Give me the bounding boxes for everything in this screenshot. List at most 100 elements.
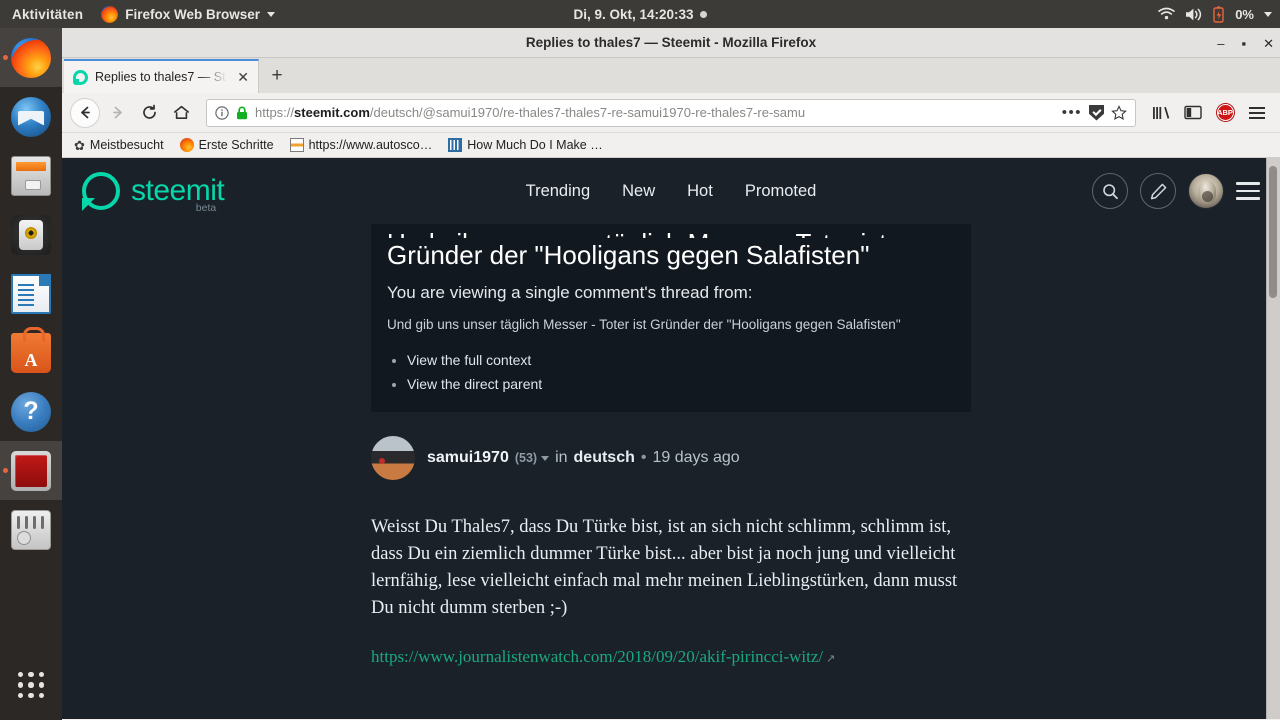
system-tray[interactable]: 0% [1158,5,1272,23]
library-button[interactable] [1146,98,1176,128]
url-bar[interactable]: https://steemit.com/deutsch/@samui1970/r… [206,98,1136,127]
firefox-window: Replies to thales7 — Steemit - Mozilla F… [62,28,1280,720]
nav-item-trending[interactable]: Trending [526,182,591,201]
firefox-icon [179,138,194,152]
unity-dock [0,28,62,720]
tab-strip: Replies to thales7 — Ste ✕ + [62,58,1280,93]
external-link-icon: ↗ [826,653,836,665]
scrollbar-track-edge [1266,158,1267,719]
dock-item-terminal[interactable] [0,441,62,500]
dock-item-firefox[interactable] [0,28,62,87]
writer-icon [11,273,51,314]
site-header: steemit beta Trending New Hot Promoted [62,158,1280,224]
external-link[interactable]: https://www.journalistenwatch.com/2018/0… [371,647,823,666]
dock-item-libreoffice-writer[interactable] [0,264,62,323]
dock-item-ubuntu-software[interactable] [0,323,62,382]
close-icon[interactable]: ✕ [234,69,252,86]
url-text[interactable]: https://steemit.com/deutsch/@samui1970/r… [255,105,1055,120]
notification-dot-icon [699,10,707,18]
post-body: Weisst Du Thales7, dass Du Türke bist, i… [371,517,958,618]
lock-icon[interactable] [236,106,248,120]
wifi-icon [1158,7,1176,20]
list-item[interactable]: View the direct parent [407,372,955,396]
activities-button[interactable]: Aktivitäten [0,7,93,22]
steemit-logo[interactable]: steemit beta [82,172,225,214]
shield-icon[interactable] [1089,104,1104,121]
abp-icon: ABP [1216,104,1234,121]
steemit-mark-icon [82,172,120,210]
author-name[interactable]: samui1970 [427,449,509,467]
maximize-button[interactable]: ▪ [1241,37,1246,50]
adblock-plus-button[interactable]: ABP [1210,98,1240,128]
new-tab-button[interactable]: + [259,59,295,93]
firefox-icon [11,37,51,78]
url-path: /deutsch/@samui1970/re-thales7-thales7-r… [369,105,806,120]
user-avatar[interactable] [1188,173,1224,209]
author-avatar[interactable] [371,436,415,480]
brand-beta-label: beta [195,202,217,214]
context-links: View the full context View the direct pa… [407,348,955,396]
arrow-left-icon [80,106,90,119]
dock-item-help[interactable] [0,382,62,441]
bookmark-item-most-visited[interactable]: ✿ Meistbesucht [74,138,164,152]
dock-item-files[interactable] [0,146,62,205]
site-menu-button[interactable] [1236,177,1260,205]
thread-context-card: Und gib uns unser täglich Messer - Toter… [371,224,971,412]
app-menu-label: Firefox Web Browser [125,6,261,22]
view-direct-parent-link[interactable]: View the direct parent [407,376,542,392]
window-controls: – ▪ ✕ [1217,28,1274,58]
bookmark-item-autoscout[interactable]: https://www.autosco… [289,138,433,152]
header-actions [1092,173,1260,209]
nav-item-hot[interactable]: Hot [687,182,713,201]
list-item[interactable]: View the full context [407,348,955,372]
url-domain: steemit.com [294,105,370,120]
dock-item-rhythmbox[interactable] [0,205,62,264]
navigation-toolbar: https://steemit.com/deutsch/@samui1970/r… [62,93,1280,133]
page-scrollbar[interactable] [1266,158,1280,719]
reload-button[interactable] [134,98,164,128]
bookmark-item-how-much-do-i-make[interactable]: How Much Do I Make … [448,138,603,152]
settings-icon [11,509,51,550]
page-actions-icon[interactable]: ••• [1062,105,1082,120]
web-page-steemit: steemit beta Trending New Hot Promoted G… [62,158,1280,719]
url-prefix: https:// [255,105,295,120]
post-title-visible-line: Gründer der "Hooligans gegen Salafisten" [387,240,870,270]
pencil-icon [1150,183,1166,199]
window-title: Replies to thales7 — Steemit - Mozilla F… [525,35,817,50]
dock-item-settings[interactable] [0,500,62,559]
show-applications-button[interactable] [0,660,62,710]
software-icon [11,326,51,373]
back-button[interactable] [70,97,100,128]
app-menu-button[interactable] [1242,98,1272,128]
dock-item-thunderbird[interactable] [0,87,62,146]
bookmark-item-getting-started[interactable]: Erste Schritte [179,138,274,152]
scrollbar-thumb[interactable] [1269,166,1277,298]
home-icon [173,105,189,119]
nav-item-promoted[interactable]: Promoted [745,182,817,201]
view-full-context-link[interactable]: View the full context [407,352,531,368]
volume-icon [1186,8,1202,20]
search-icon [1102,183,1118,199]
close-button[interactable]: ✕ [1263,37,1274,50]
category-link[interactable]: deutsch [574,449,635,467]
home-button[interactable] [166,98,196,128]
bookmarks-toolbar: ✿ Meistbesucht Erste Schritte https://ww… [62,133,1280,158]
compose-button[interactable] [1140,173,1176,209]
author-row: samui1970 (53) in deutsch • 19 days ago [371,436,971,480]
thunderbird-icon [11,96,51,137]
search-button[interactable] [1092,173,1128,209]
bookmark-star-icon[interactable] [1111,104,1127,121]
browser-tab[interactable]: Replies to thales7 — Ste ✕ [64,59,259,93]
library-icon [1153,106,1170,119]
minimize-button[interactable]: – [1217,37,1224,50]
chevron-down-icon[interactable] [541,455,550,461]
post-body-link-wrap: https://www.journalistenwatch.com/2018/0… [371,647,971,667]
forward-button[interactable] [102,98,132,128]
files-icon [11,155,51,196]
sidebar-button[interactable] [1178,98,1208,128]
app-menu-button[interactable]: Firefox Web Browser [93,5,283,23]
chevron-down-icon [1264,11,1272,17]
nav-item-new[interactable]: New [622,182,655,201]
identity-info-icon[interactable] [215,105,229,120]
bookmark-label: https://www.autosco… [308,138,433,152]
